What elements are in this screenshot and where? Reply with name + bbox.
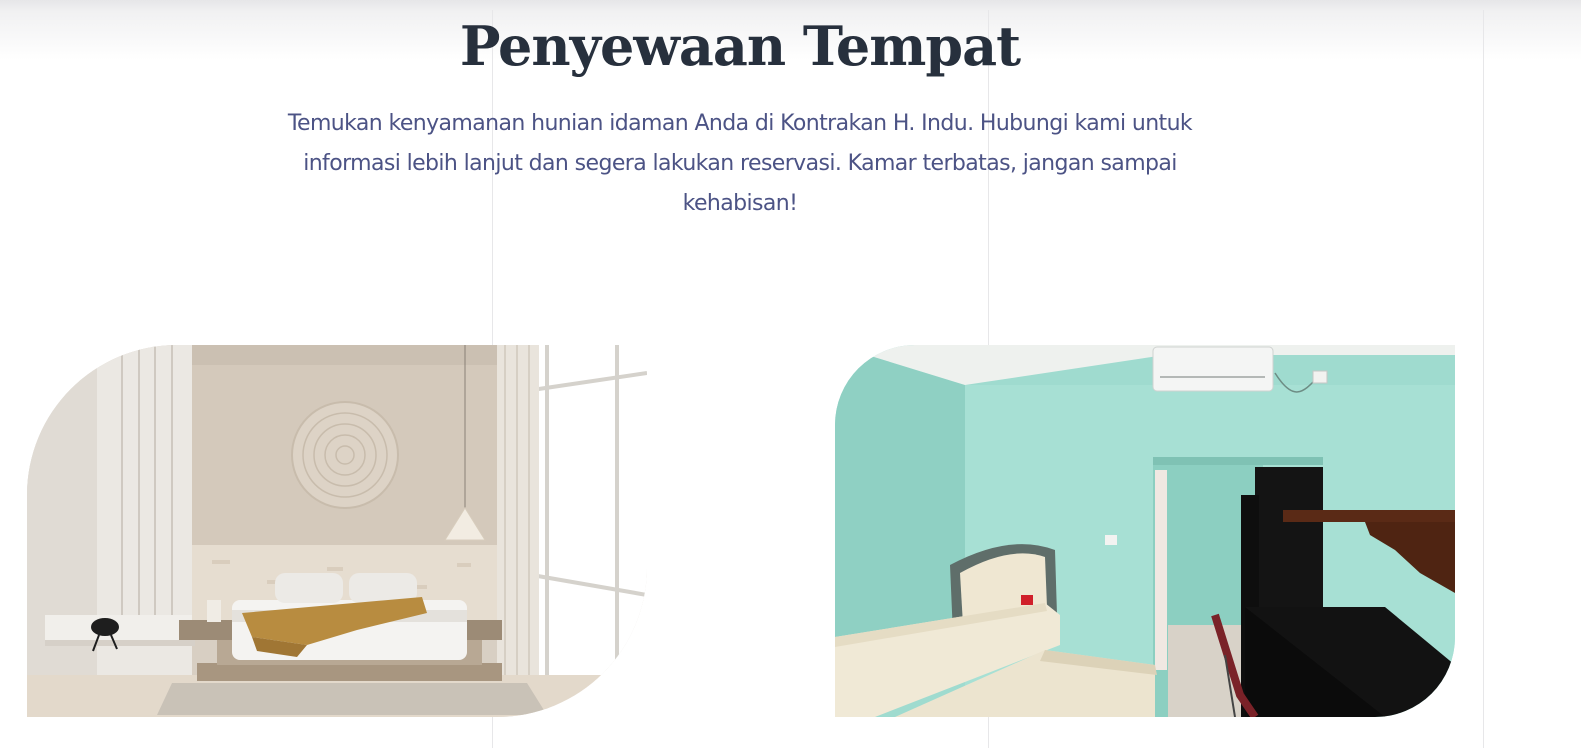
column-guide-line (1483, 10, 1484, 748)
rental-room-photo (835, 345, 1455, 717)
bedroom-photo (27, 345, 647, 717)
section-description: Temukan kenyamanan hunian idaman Anda di… (287, 111, 1193, 216)
section-title: Penyewaan Tempat (459, 14, 1021, 78)
page: Penyewaan Tempat Temukan kenyamanan huni… (0, 0, 1581, 748)
